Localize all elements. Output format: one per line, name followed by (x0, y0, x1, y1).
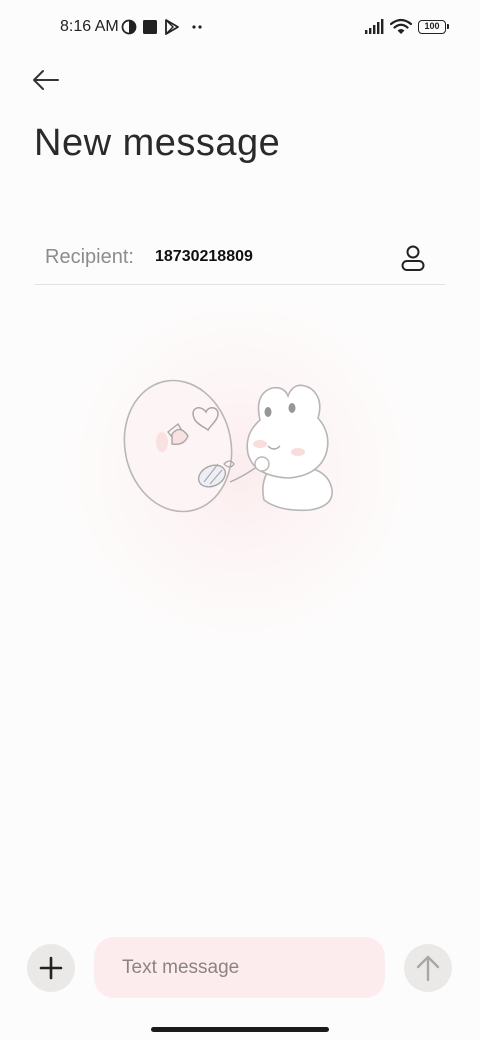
play-store-icon (164, 18, 180, 36)
home-indicator[interactable] (151, 1027, 329, 1032)
contact-picker-button[interactable] (397, 242, 429, 274)
plus-icon (39, 956, 63, 980)
wifi-icon (389, 18, 413, 36)
send-button[interactable] (404, 944, 452, 992)
person-icon (401, 245, 425, 271)
new-message-screen: 8:16 AM 100 New message Recipient: 18730… (0, 0, 480, 1040)
message-input[interactable] (94, 937, 385, 998)
status-bar: 8:16 AM 100 (0, 0, 480, 56)
back-button[interactable] (26, 62, 66, 98)
more-dots-icon (190, 18, 206, 36)
status-time: 8:16 AM (60, 18, 119, 35)
recipient-value[interactable]: 18730218809 (155, 248, 253, 266)
data-saver-icon (121, 18, 137, 36)
arrow-up-icon (416, 955, 440, 982)
battery-icon: 100 (418, 20, 449, 34)
recipient-label: Recipient: (45, 246, 134, 268)
arrow-left-icon (33, 70, 59, 90)
page-title: New message (34, 122, 281, 164)
bunny-balloon-illustration (123, 379, 333, 513)
signal-icon (364, 18, 386, 36)
stop-square-icon (142, 18, 158, 36)
recipient-row[interactable]: Recipient: 18730218809 (35, 234, 445, 285)
add-attachment-button[interactable] (27, 944, 75, 992)
